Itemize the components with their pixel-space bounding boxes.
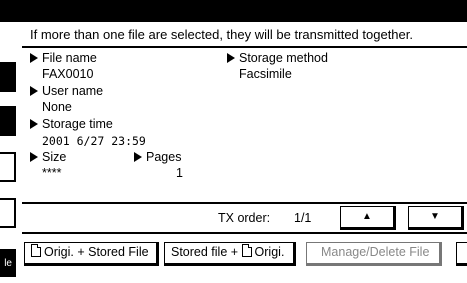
stored-file-origi-suffix: Origi. xyxy=(254,245,285,259)
hint-message: If more than one file are selected, they… xyxy=(22,22,467,48)
pages-value: 1 xyxy=(176,166,183,180)
tx-order-value: 1/1 xyxy=(294,211,312,225)
user-name-value: None xyxy=(42,100,72,114)
file-details-panel: File name FAX0010 Storage method Facsimi… xyxy=(22,48,467,202)
manage-delete-file-button[interactable]: Manage/Delete File xyxy=(306,242,442,266)
storage-method-label: Storage method xyxy=(227,51,328,65)
stored-file-origi-label: Stored file + xyxy=(171,245,239,259)
document-icon xyxy=(241,244,252,257)
origi-stored-file-label: Origi. + Stored File xyxy=(44,245,149,259)
user-name-label: User name xyxy=(30,84,103,98)
pages-label: Pages xyxy=(134,150,181,164)
tx-order-label: TX order: xyxy=(218,211,271,225)
scroll-down-button[interactable]: ▼ xyxy=(408,206,464,230)
triangle-down-icon: ▼ xyxy=(430,211,440,222)
status-row: TX order: 1/1 ▲ ▼ xyxy=(22,202,467,234)
document-icon xyxy=(31,244,41,257)
action-button-row: Origi. + Stored File Stored file + Origi… xyxy=(0,240,467,270)
partial-button[interactable] xyxy=(456,242,467,266)
storage-method-value: Facsimile xyxy=(239,67,292,81)
left-tab[interactable] xyxy=(0,198,16,228)
manage-delete-file-label: Manage/Delete File xyxy=(321,245,430,259)
size-value: **** xyxy=(42,166,62,180)
storage-time-label: Storage time xyxy=(30,117,113,131)
file-name-value: FAX0010 xyxy=(42,67,94,81)
scroll-up-button[interactable]: ▲ xyxy=(340,206,396,230)
origi-stored-file-button[interactable]: Origi. + Stored File xyxy=(24,242,159,266)
left-tab[interactable] xyxy=(0,106,16,136)
size-label: Size xyxy=(30,150,66,164)
title-bar xyxy=(0,0,467,22)
triangle-up-icon: ▲ xyxy=(362,211,372,222)
storage-time-value: 2001 6/27 23:59 xyxy=(42,134,146,148)
left-tab[interactable] xyxy=(0,152,16,182)
stored-file-origi-button[interactable]: Stored file + Origi. xyxy=(164,242,296,266)
left-tab[interactable] xyxy=(0,62,16,92)
file-name-label: File name xyxy=(30,51,97,65)
